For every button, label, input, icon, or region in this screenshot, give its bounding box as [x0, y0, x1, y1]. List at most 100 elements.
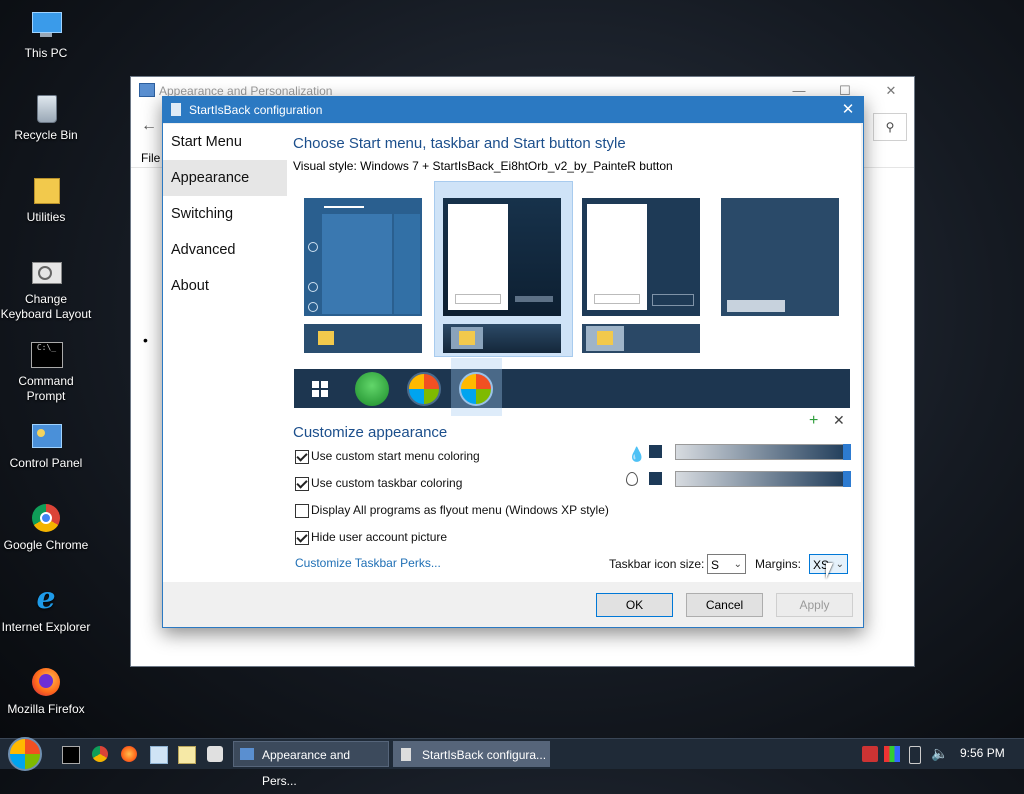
- notes-icon[interactable]: [178, 746, 196, 764]
- startisback-dialog[interactable]: StartIsBack configuration ✕ Start Menu A…: [162, 96, 864, 628]
- app-icon: [171, 103, 181, 116]
- nav-item-appearance[interactable]: Appearance: [163, 160, 287, 196]
- style-thumb-4[interactable]: [721, 198, 839, 316]
- ok-button[interactable]: OK: [596, 593, 673, 617]
- windows7-orb-icon[interactable]: [407, 372, 441, 406]
- firefox-icon[interactable]: [121, 746, 137, 762]
- drop-outline-icon: [626, 472, 638, 486]
- label-taskbar-coloring: Use custom taskbar coloring: [311, 476, 463, 490]
- margins-label: Margins:: [755, 557, 802, 571]
- icon-size-select[interactable]: S ⌄: [707, 554, 746, 574]
- desktop-icon-control-panel[interactable]: Control Panel: [0, 420, 92, 471]
- add-icon[interactable]: +: [809, 412, 818, 430]
- heading-customize: Customize appearance: [293, 424, 448, 441]
- taskbar: Appearance and Pers... StartIsBack confi…: [0, 737, 1024, 788]
- desktop-icon-recycle-bin[interactable]: Recycle Bin: [0, 92, 92, 143]
- settings-tool-icon[interactable]: [207, 746, 223, 762]
- clover-orb-icon[interactable]: [355, 372, 389, 406]
- desktop-icon-label: Change Keyboard Layout: [0, 292, 92, 321]
- heading-style: Choose Start menu, taskbar and Start but…: [293, 135, 626, 152]
- desktop-icon-label: Utilities: [26, 210, 66, 224]
- desktop-icon-google-chrome[interactable]: Google Chrome: [0, 502, 92, 553]
- tray-network-icon[interactable]: [862, 746, 878, 762]
- command-prompt-icon[interactable]: [62, 746, 80, 764]
- start-button-strip: [294, 358, 850, 416]
- volume-icon[interactable]: 🔈: [931, 745, 948, 762]
- tray-color-icon[interactable]: [884, 746, 900, 762]
- menu-file[interactable]: File: [141, 151, 160, 165]
- label-start-menu-coloring: Use custom start menu coloring: [311, 449, 480, 463]
- slider-start-menu-opacity[interactable]: [675, 444, 851, 460]
- gear-icon: [308, 282, 318, 292]
- windows-logo-icon[interactable]: [312, 381, 328, 397]
- desktop-icon-command-prompt[interactable]: C:\_ Command Prompt: [0, 338, 92, 404]
- taskbar-thumb-1[interactable]: [304, 324, 422, 353]
- desktop-icon-this-pc[interactable]: This PC: [0, 10, 92, 61]
- color-swatch-taskbar[interactable]: [649, 472, 662, 485]
- taskbar-thumb-2[interactable]: [443, 324, 561, 353]
- start-orb-icon[interactable]: [8, 737, 42, 771]
- visual-style-label: Visual style:: [293, 159, 357, 173]
- ei8ht-orb-icon[interactable]: [459, 372, 493, 406]
- chrome-icon: [30, 502, 62, 534]
- nav-list: Start Menu Appearance Switching Advanced…: [163, 124, 287, 304]
- control-panel-icon: [139, 83, 155, 97]
- tray-usb-icon[interactable]: [909, 746, 921, 764]
- recycle-bin-icon: [30, 92, 62, 124]
- computer-icon: [30, 10, 62, 42]
- visual-style-line: Visual style: Windows 7 + StartIsBack_Ei…: [293, 159, 673, 173]
- icon-size-label: Taskbar icon size:: [609, 557, 705, 571]
- desktop-icon-internet-explorer[interactable]: e Internet Explorer: [0, 584, 92, 635]
- notepad-icon[interactable]: [150, 746, 168, 764]
- close-icon[interactable]: ✕: [868, 77, 914, 105]
- command-prompt-icon: C:\_: [30, 338, 63, 370]
- desktop-icon-change-keyboard-layout[interactable]: Change Keyboard Layout: [0, 256, 92, 322]
- internet-explorer-icon: e: [36, 581, 56, 616]
- label-hide-account-picture: Hide user account picture: [311, 530, 448, 544]
- checkbox-start-menu-coloring[interactable]: [295, 450, 309, 464]
- task-label: StartIsBack configura...: [422, 748, 547, 762]
- task-startisback-configuration[interactable]: StartIsBack configura...: [393, 741, 550, 767]
- checkbox-hide-account-picture[interactable]: [295, 531, 309, 545]
- customize-taskbar-perks-link[interactable]: Customize Taskbar Perks...: [295, 556, 441, 570]
- nav-item-switching[interactable]: Switching: [163, 196, 287, 232]
- color-swatch-start-menu[interactable]: [649, 445, 662, 458]
- dialog-client-area: Start Menu Appearance Switching Advanced…: [163, 124, 861, 582]
- app-icon: [401, 748, 411, 761]
- style-thumb-2-selected[interactable]: [443, 198, 561, 316]
- desktop-icon-label: This PC: [24, 46, 68, 60]
- style-thumb-3[interactable]: [582, 198, 700, 316]
- desktop-icon-label: Control Panel: [9, 456, 83, 470]
- slider-knob[interactable]: [843, 444, 851, 460]
- clock[interactable]: 9:56 PM: [960, 746, 1005, 760]
- drop-filled-icon: 💧: [628, 446, 646, 462]
- close-icon[interactable]: ✕: [837, 100, 859, 120]
- desktop-icon-utilities[interactable]: Utilities: [0, 174, 92, 225]
- style-thumb-1[interactable]: [304, 198, 422, 316]
- task-appearance-personalization[interactable]: Appearance and Pers...: [233, 741, 389, 788]
- back-arrow-icon[interactable]: ←: [141, 117, 157, 135]
- nav-item-advanced[interactable]: Advanced: [163, 232, 287, 268]
- desktop-icon-label: Google Chrome: [3, 538, 89, 552]
- desktop-icon-mozilla-firefox[interactable]: Mozilla Firefox: [0, 666, 92, 717]
- icon-size-value: S: [711, 558, 720, 572]
- nav-item-start-menu[interactable]: Start Menu: [163, 124, 287, 160]
- dialog-titlebar[interactable]: StartIsBack configuration ✕: [163, 97, 863, 123]
- search-icon[interactable]: ⚲: [873, 113, 907, 141]
- slider-taskbar-opacity[interactable]: [675, 471, 851, 487]
- nav-item-about[interactable]: About: [163, 268, 287, 304]
- desktop-icon-label: Mozilla Firefox: [7, 702, 85, 716]
- folder-icon: [318, 331, 334, 345]
- desktop-icon-label: Recycle Bin: [14, 128, 78, 142]
- chrome-icon[interactable]: [92, 746, 108, 762]
- chevron-down-icon: ⌄: [733, 559, 742, 570]
- remove-icon[interactable]: ✕: [833, 412, 845, 429]
- slider-knob[interactable]: [843, 471, 851, 487]
- apply-button[interactable]: Apply: [776, 593, 853, 617]
- control-panel-icon: [30, 420, 62, 452]
- cancel-button[interactable]: Cancel: [686, 593, 763, 617]
- checkbox-taskbar-coloring[interactable]: [295, 477, 309, 491]
- taskbar-thumb-3[interactable]: [582, 324, 700, 353]
- dialog-title: StartIsBack configuration: [189, 103, 323, 117]
- checkbox-flyout-menu[interactable]: [295, 504, 309, 518]
